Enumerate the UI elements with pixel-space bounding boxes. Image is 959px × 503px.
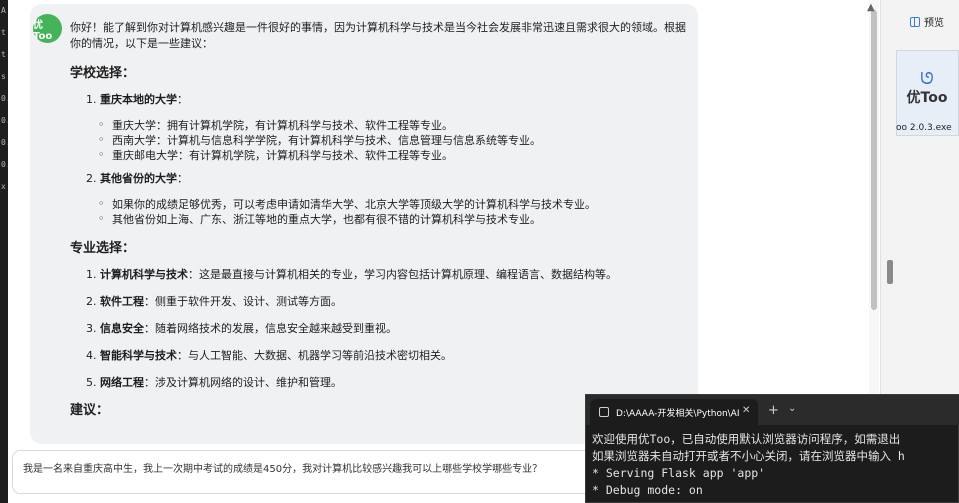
terminal-line: 如果浏览器未自动打开或者不小心关闭，请在浏览器中输入 h: [592, 449, 905, 463]
new-tab-icon[interactable]: +: [768, 403, 779, 418]
preview-label: 预览: [924, 18, 944, 29]
terminal-line: * Debug mode: on: [592, 483, 703, 497]
assistant-message: 你好！能了解到你对计算机感兴趣是一件很好的事情，因为计算机科学与技术是当今社会发…: [70, 20, 694, 429]
item-desc: ：侧重于软件开发、设计、测试等方面。: [144, 295, 342, 308]
terminal-window: D:\AAAA-开发相关\Python\AI ✕ + ⌄ 欢迎使用优Too，已自…: [585, 394, 959, 503]
item-number: 3.: [86, 322, 97, 335]
section-heading-majors: 专业选择：: [70, 241, 136, 256]
item-title: 其他省份的大学: [100, 172, 177, 185]
terminal-tab[interactable]: D:\AAAA-开发相关\Python\AI ✕: [590, 399, 758, 425]
background-terminal-edge: A t t s 0. 0. 0. 0. x: [0, 0, 11, 503]
scrollbar-thumb[interactable]: [871, 10, 877, 310]
terminal-icon: [599, 407, 609, 417]
edge-char: 0.: [1, 160, 11, 169]
bullet-list: 重庆大学：拥有计算机学院，有计算机科学与技术、软件工程等专业。 西南大学：计算机…: [98, 117, 694, 163]
list-item: 西南大学：计算机与信息科学学院，有计算机科学与技术、信息管理与信息系统等专业。: [98, 132, 694, 148]
list-item: 重庆大学：拥有计算机学院，有计算机科学与技术、软件工程等专业。: [98, 117, 694, 133]
item-number: 1.: [86, 268, 97, 281]
list-item: 2. 软件工程：侧重于软件开发、设计、测试等方面。: [86, 294, 694, 310]
item-desc: ：随着网络技术的发展，信息安全越来越受到重视。: [144, 322, 397, 335]
assistant-avatar: 优Too: [33, 14, 62, 43]
list-item: 5. 网络工程：涉及计算机网络的设计、维护和管理。: [86, 375, 694, 391]
close-icon[interactable]: ✕: [742, 405, 750, 416]
list-item: 如果你的成绩足够优秀，可以考虑申请如清华大学、北京大学等顶级大学的计算机科学与技…: [98, 196, 694, 212]
edge-char: x: [1, 182, 6, 191]
item-desc: ：与人工智能、大数据、机器学习等前沿技术密切相关。: [177, 349, 452, 362]
file-logo-text: 优Too: [906, 90, 948, 106]
list-item: 1. 计算机科学与技术：这是最直接与计算机相关的专业，学习内容包括计算机原理、编…: [86, 267, 694, 283]
list-item: 重庆邮电大学：有计算机学院，计算机科学与技术、软件工程等专业。: [98, 147, 694, 163]
bullet-list: 如果你的成绩足够优秀，可以考虑申请如清华大学、北京大学等顶级大学的计算机科学与技…: [98, 196, 694, 227]
item-desc: ：涉及计算机网络的设计、维护和管理。: [144, 376, 342, 389]
item-title: 计算机科学与技术: [100, 268, 188, 281]
edge-char: 0.: [1, 116, 11, 125]
edge-char: s: [1, 72, 6, 81]
chevron-down-icon[interactable]: ⌄: [788, 403, 796, 414]
message-input-text[interactable]: 我是一名来自重庆高中生，我上一次期中考试的成绩是450分，我对计算机比较感兴趣我…: [23, 460, 542, 475]
item-number: 4.: [86, 349, 97, 362]
item-title: 软件工程: [100, 295, 144, 308]
up-arrow-icon[interactable]: ▲: [867, 2, 875, 13]
list-item: 1. 重庆本地的大学：: [86, 93, 188, 106]
list-item: 其他省份如上海、广东、浙江等地的重点大学，也都有很不错的计算机科学与技术专业。: [98, 211, 694, 227]
item-desc: ：这是最直接与计算机相关的专业，学习内容包括计算机原理、编程语言、数据结构等。: [188, 268, 617, 281]
terminal-output: 欢迎使用优Too，已自动使用默认浏览器访问程序，如需退出 如果浏览器未自动打开或…: [592, 431, 959, 499]
edge-char: 0.: [1, 138, 11, 147]
item-title: 重庆本地的大学: [100, 93, 177, 106]
item-number: 2.: [86, 295, 97, 308]
terminal-line: * Serving Flask app 'app': [592, 466, 766, 480]
preview-pane-icon: [910, 16, 920, 27]
intro-text: 你好！能了解到你对计算机感兴趣是一件很好的事情，因为计算机科学与技术是当今社会发…: [70, 21, 686, 50]
edge-char: t: [1, 50, 6, 59]
edge-char: t: [1, 28, 6, 37]
item-title: 信息安全: [100, 322, 144, 335]
edge-char: A: [1, 6, 6, 15]
terminal-line: 欢迎使用优Too，已自动使用默认浏览器访问程序，如需退出: [592, 432, 901, 446]
list-item: 2. 其他省份的大学：: [86, 172, 188, 185]
app-logo-icon: ᘎ: [920, 69, 934, 88]
item-title: 网络工程: [100, 376, 144, 389]
terminal-tab-title: D:\AAAA-开发相关\Python\AI: [616, 409, 740, 419]
section-heading-schools: 学校选择：: [70, 66, 136, 81]
panel-scrollbar-thumb[interactable]: [887, 260, 893, 284]
file-name[interactable]: oo 2.0.3.exe: [896, 123, 959, 133]
item-title: 智能科学与技术: [100, 349, 177, 362]
list-item: 3. 信息安全：随着网络技术的发展，信息安全越来越受到重视。: [86, 321, 694, 337]
edge-char: 0.: [1, 94, 11, 103]
terminal-tab-bar: D:\AAAA-开发相关\Python\AI ✕ + ⌄: [586, 395, 959, 425]
item-number: 5.: [86, 376, 97, 389]
preview-button[interactable]: 预览: [910, 14, 944, 29]
list-item: 4. 智能科学与技术：与人工智能、大数据、机器学习等前沿技术密切相关。: [86, 348, 694, 364]
